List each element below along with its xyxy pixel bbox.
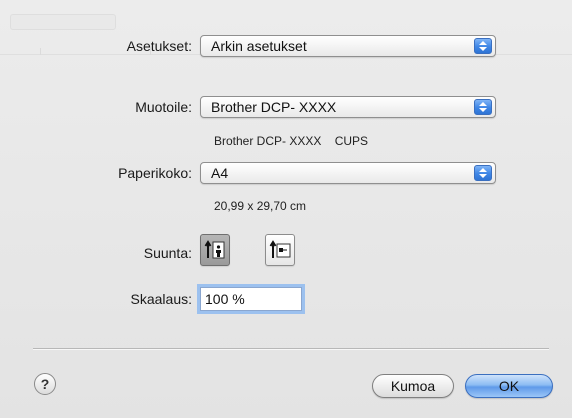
portrait-orientation-button[interactable] [200,234,230,266]
help-icon: ? [40,376,50,392]
format-printer-description: Brother DCP- XXXX CUPS [214,134,369,148]
format-for-popup[interactable]: Brother DCP- XXXX [200,96,496,118]
settings-label: Asetukset: [126,38,192,54]
cancel-button[interactable]: Kumoa [372,374,454,398]
divider-highlight [33,349,549,350]
paper-size-dimensions: 20,99 x 29,70 cm [214,199,307,213]
up-down-arrows-icon [474,165,492,181]
ghost-toolbar-box [10,14,116,30]
scale-label: Skaalaus: [130,291,192,307]
paper-size-value: A4 [211,165,229,181]
settings-popup-value: Arkin asetukset [211,38,307,54]
ghost-tick [40,48,41,55]
portrait-orientation-icon [204,240,225,259]
page-setup-dialog: Asetukset: Arkin asetukset Muotoile: Bro… [0,0,572,418]
format-popup-value: Brother DCP- XXXX [211,99,337,115]
paper-size-popup[interactable]: A4 [200,162,496,184]
paper-size-label: Paperikoko: [118,165,192,181]
format-label: Muotoile: [135,99,192,115]
landscape-orientation-button[interactable] [265,234,295,266]
help-button[interactable]: ? [34,373,56,395]
landscape-orientation-icon [269,240,291,258]
ok-button[interactable]: OK [465,374,553,398]
orientation-label: Suunta: [143,245,192,261]
up-down-arrows-icon [474,38,492,54]
scale-input[interactable] [200,287,302,311]
up-down-arrows-icon [474,99,492,115]
settings-popup[interactable]: Arkin asetukset [200,35,496,57]
